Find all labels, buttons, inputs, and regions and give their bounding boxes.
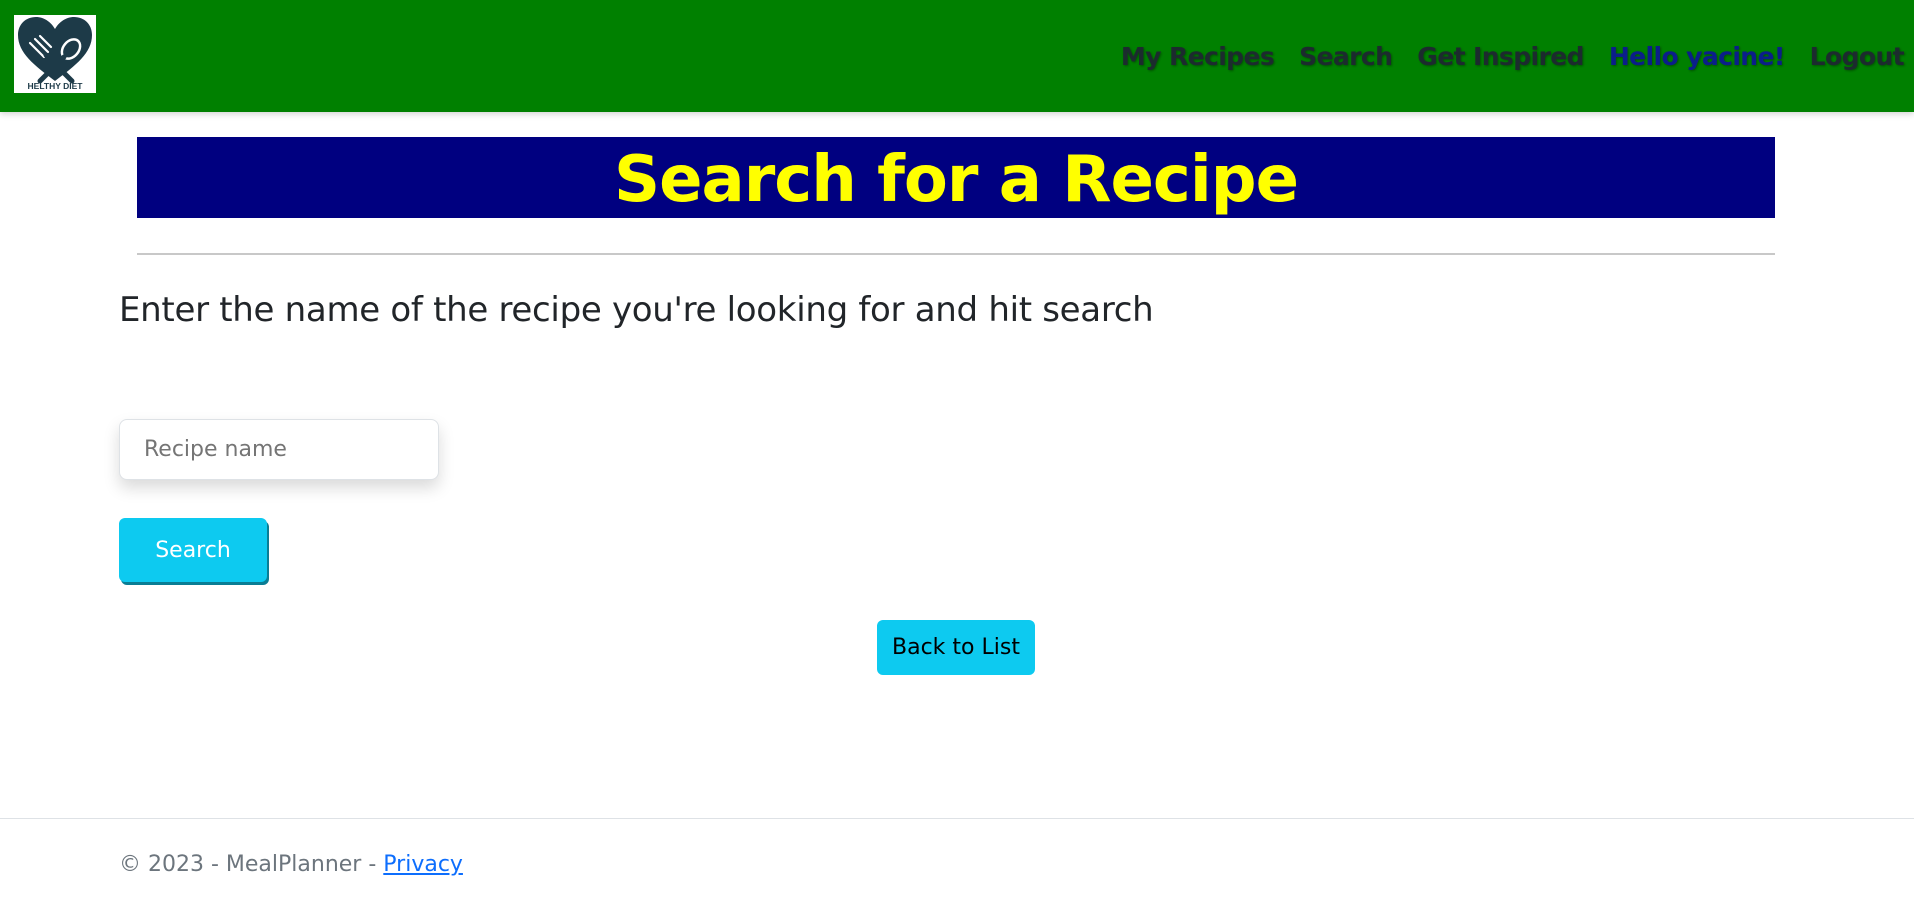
navbar: HELTHY DIET My Recipes Search Get Inspir…: [0, 0, 1914, 112]
page-title-band: Search for a Recipe: [137, 137, 1775, 218]
nav-get-inspired[interactable]: Get Inspired: [1417, 42, 1584, 71]
nav-logout[interactable]: Logout: [1810, 42, 1905, 71]
back-to-list-button[interactable]: Back to List: [877, 620, 1035, 675]
footer: © 2023 - MealPlanner - Privacy: [0, 818, 1914, 899]
recipe-name-input[interactable]: [119, 419, 439, 480]
nav-my-recipes[interactable]: My Recipes: [1121, 42, 1275, 71]
heart-fork-spoon-icon: HELTHY DIET: [18, 17, 92, 91]
footer-copyright: © 2023 - MealPlanner -: [119, 852, 384, 877]
footer-text: © 2023 - MealPlanner - Privacy: [119, 852, 463, 877]
nav-user-greeting[interactable]: Hello yacine!: [1609, 42, 1785, 71]
page-title: Search for a Recipe: [614, 143, 1299, 217]
logo-text: HELTHY DIET: [28, 81, 84, 91]
logo[interactable]: HELTHY DIET: [14, 15, 96, 93]
nav-search[interactable]: Search: [1299, 42, 1393, 71]
page-subtitle: Enter the name of the recipe you're look…: [119, 290, 1154, 330]
privacy-link[interactable]: Privacy: [383, 852, 463, 877]
divider: [137, 253, 1775, 255]
search-button[interactable]: Search: [119, 518, 267, 582]
nav-links: My Recipes Search Get Inspired Hello yac…: [1121, 36, 1914, 76]
